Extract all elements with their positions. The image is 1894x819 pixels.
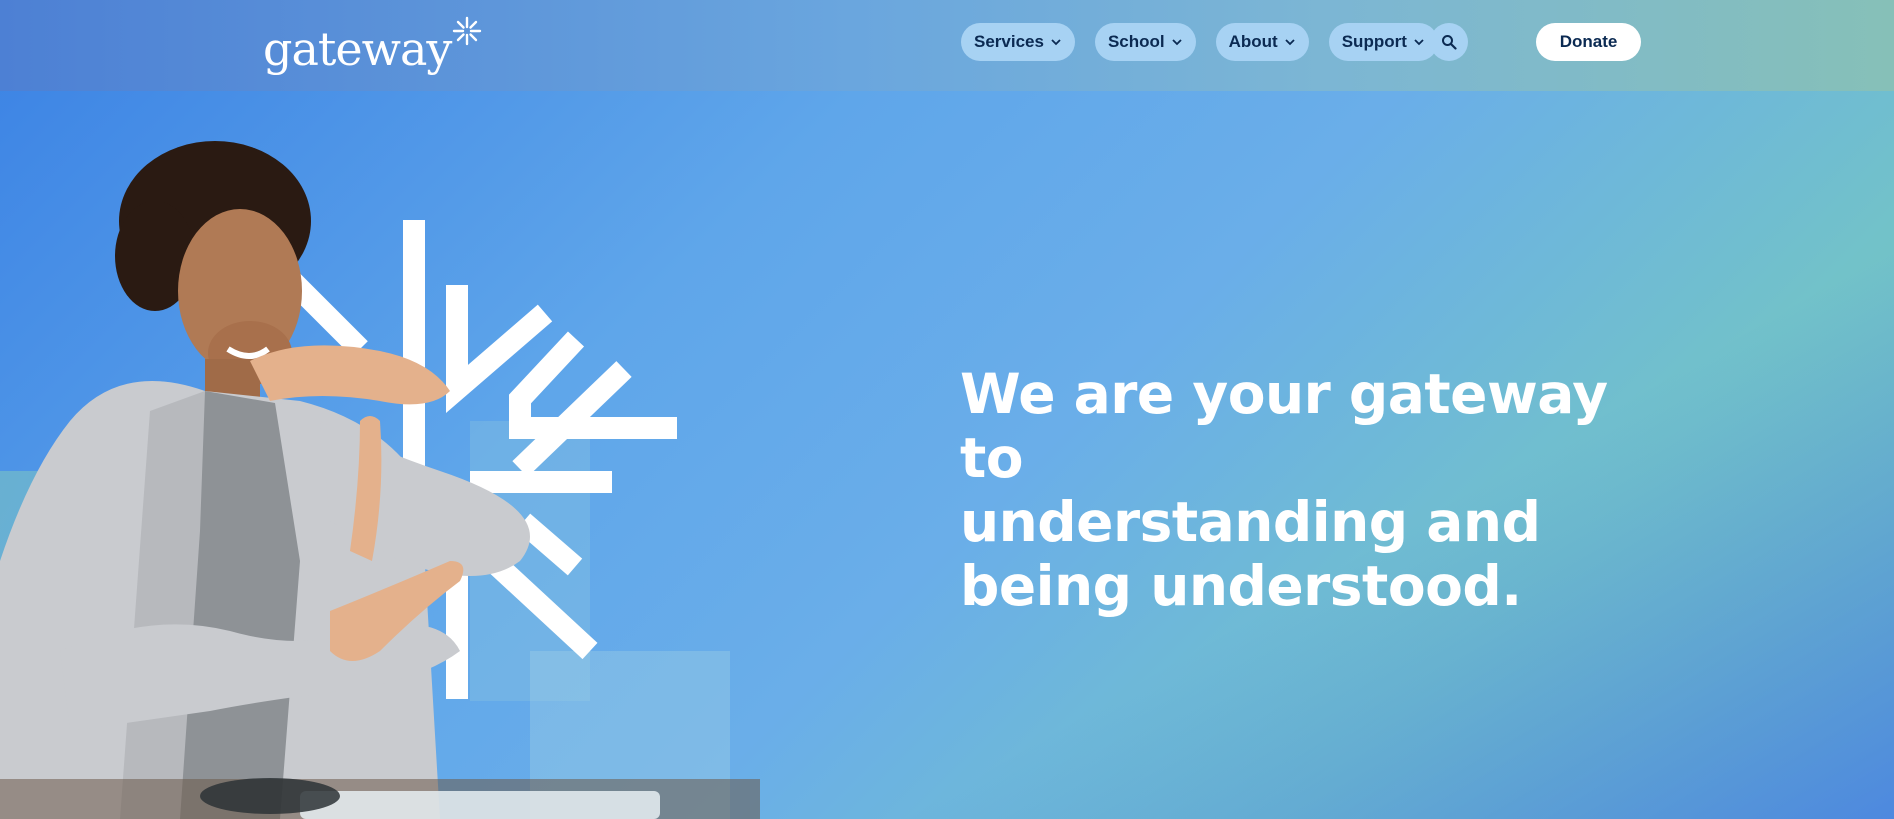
main-nav: Services School About Support	[961, 23, 1438, 61]
logo-wordmark: gateway	[263, 22, 452, 76]
nav-school[interactable]: School	[1094, 23, 1196, 61]
hero-image	[0, 141, 760, 819]
nav-school-label: School	[1107, 32, 1165, 51]
hero-headline-line: understanding and	[960, 490, 1541, 554]
donate-button[interactable]: Donate	[1536, 23, 1641, 61]
nav-support[interactable]: Support	[1328, 23, 1438, 61]
search-button[interactable]	[1430, 23, 1468, 61]
site-header: gateway Services School About Support Do…	[0, 0, 1894, 91]
nav-about-label: About	[1228, 32, 1278, 51]
site-logo[interactable]: gateway	[263, 12, 482, 72]
chevron-down-icon	[1051, 39, 1061, 46]
chevron-down-icon	[1285, 39, 1295, 46]
keyboard	[300, 791, 660, 819]
chevron-down-icon	[1171, 39, 1182, 46]
nav-services[interactable]: Services	[961, 23, 1075, 61]
chevron-down-icon	[1414, 39, 1424, 46]
nav-services-label: Services	[974, 32, 1044, 51]
nav-support-label: Support	[1341, 32, 1407, 51]
hero-headline-line: being understood.	[960, 554, 1522, 618]
woman-signing-photo	[0, 141, 530, 819]
search-icon	[1442, 35, 1457, 50]
nav-about[interactable]: About	[1215, 23, 1309, 61]
hero-headline: We are your gateway to understanding and…	[960, 362, 1680, 618]
hero-headline-line: We are your gateway to	[960, 362, 1608, 490]
wrist-rest	[200, 778, 340, 814]
starburst-icon	[453, 16, 482, 46]
